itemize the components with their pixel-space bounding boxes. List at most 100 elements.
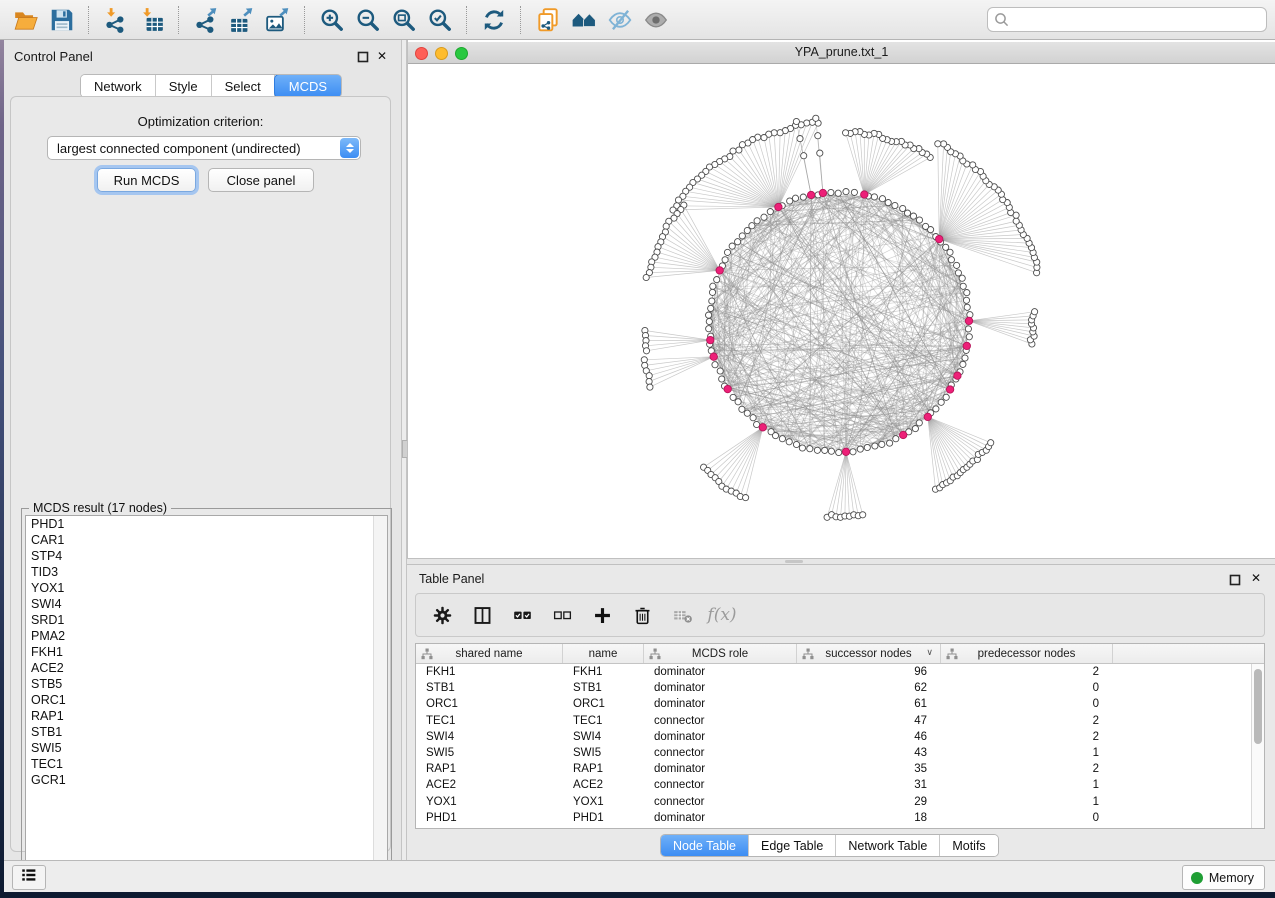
cell-successor-nodes: 62 [797,682,941,694]
horizontal-splitter[interactable] [407,558,1275,565]
show-all-button[interactable] [638,3,674,37]
add-row-button[interactable] [590,603,614,627]
table-row[interactable]: ORC1ORC1dominator610 [416,696,1251,712]
network-view: YPA_prune.txt_1 [407,40,1275,558]
task-history-button[interactable] [12,865,46,890]
column-layout-button[interactable] [470,603,494,627]
column-label: shared name [455,648,522,660]
mcds-result-item[interactable]: STP4 [26,548,387,564]
table-row[interactable]: SWI4SWI4dominator462 [416,729,1251,745]
function-button[interactable]: f(x) [710,603,734,627]
table-row[interactable]: YOX1YOX1connector291 [416,794,1251,810]
table-scrollbar[interactable] [1251,664,1264,828]
mcds-result-title: MCDS result (17 nodes) [29,501,171,515]
select-all-button[interactable] [510,603,534,627]
search-input[interactable] [987,7,1267,32]
open-button[interactable] [8,3,44,37]
mcds-result-item[interactable]: RAP1 [26,708,387,724]
control-panel-close-icon[interactable]: ✕ [377,50,389,62]
export-network-button[interactable] [188,3,224,37]
export-table-button[interactable] [224,3,260,37]
delete-column-button[interactable] [670,603,694,627]
deselect-all-button[interactable] [550,603,574,627]
tab-style[interactable]: Style [156,75,212,97]
cell-name: FKH1 [563,666,644,678]
result-list-scrollbar[interactable] [373,516,387,875]
tab-select[interactable]: Select [212,75,275,97]
column-header-MCDS-role[interactable]: MCDS role [644,644,797,663]
tab-network-table[interactable]: Network Table [836,835,940,856]
mcds-result-item[interactable]: TID3 [26,564,387,580]
tab-network[interactable]: Network [81,75,156,97]
table-row[interactable]: TEC1TEC1connector472 [416,713,1251,729]
first-neighbors-button[interactable] [566,3,602,37]
table-row[interactable]: SWI5SWI5connector431 [416,745,1251,761]
mcds-result-item[interactable]: YOX1 [26,580,387,596]
mcds-result-item[interactable]: CAR1 [26,532,387,548]
mcds-result-item[interactable]: PMA2 [26,628,387,644]
cell-shared-name: PHD1 [416,812,563,824]
mcds-result-list[interactable]: PHD1CAR1STP4TID3YOX1SWI4SRD1PMA2FKH1ACE2… [25,515,388,876]
close-panel-button[interactable]: Close panel [208,168,314,192]
zoom-fit-button[interactable] [386,3,422,37]
optimization-criterion-select[interactable]: largest connected component (undirected) [47,136,361,160]
memory-button[interactable]: Memory [1182,865,1265,890]
cell-successor-nodes: 61 [797,698,941,710]
table-row[interactable]: STB1STB1dominator620 [416,680,1251,696]
table-row[interactable]: ACE2ACE2connector311 [416,777,1251,793]
column-header-predecessor-nodes[interactable]: predecessor nodes [941,644,1113,663]
mcds-result-item[interactable]: TEC1 [26,756,387,772]
cell-shared-name: ACE2 [416,779,563,791]
tab-motifs[interactable]: Motifs [940,835,997,856]
cell-name: ORC1 [563,698,644,710]
network-graph[interactable] [408,64,1275,558]
cell-shared-name: YOX1 [416,796,563,808]
mcds-result-item[interactable]: SWI5 [26,740,387,756]
toolbar-separator [304,6,306,34]
memory-status-icon [1191,872,1203,884]
search-icon [994,12,1009,27]
tab-node-table[interactable]: Node Table [661,835,749,856]
cell-predecessor-nodes: 2 [941,731,1113,743]
table-panel-close-icon[interactable]: ✕ [1251,572,1261,584]
import-table-button[interactable] [134,3,170,37]
control-panel-float-icon[interactable] [357,50,369,62]
table-scrollbar-thumb[interactable] [1254,669,1262,744]
save-button[interactable] [44,3,80,37]
hide-selected-button[interactable] [602,3,638,37]
zoom-selected-button[interactable] [422,3,458,37]
import-network-button[interactable] [98,3,134,37]
tab-edge-table[interactable]: Edge Table [749,835,836,856]
mcds-result-item[interactable]: SWI4 [26,596,387,612]
column-header-successor-nodes[interactable]: successor nodes∨ [797,644,941,663]
export-image-button[interactable] [260,3,296,37]
mcds-result-item[interactable]: GCR1 [26,772,387,788]
mcds-result-item[interactable]: SRD1 [26,612,387,628]
zoom-in-button[interactable] [314,3,350,37]
gear-button[interactable] [430,603,454,627]
mcds-result-item[interactable]: ORC1 [26,692,387,708]
table-row[interactable]: RAP1RAP1dominator352 [416,761,1251,777]
mcds-result-item[interactable]: FKH1 [26,644,387,660]
cell-MCDS-role: connector [644,715,797,727]
new-network-from-selection-button[interactable] [530,3,566,37]
table-row[interactable]: FKH1FKH1dominator962 [416,664,1251,680]
function-icon: f(x) [707,605,736,625]
mcds-result-item[interactable]: ACE2 [26,660,387,676]
cell-predecessor-nodes: 0 [941,812,1113,824]
table-panel-float-icon[interactable] [1229,573,1241,585]
column-header-name[interactable]: name [563,644,644,663]
refresh-button[interactable] [476,3,512,37]
delete-button[interactable] [630,603,654,627]
zoom-out-button[interactable] [350,3,386,37]
tab-mcds[interactable]: MCDS [274,74,342,98]
run-mcds-button[interactable]: Run MCDS [97,168,196,192]
mcds-result-item[interactable]: STB5 [26,676,387,692]
table-row[interactable]: PHD1PHD1dominator180 [416,810,1251,826]
control-panel-tabs: NetworkStyleSelectMCDS [80,74,342,98]
cell-successor-nodes: 29 [797,796,941,808]
column-header-shared-name[interactable]: shared name [416,644,563,663]
mcds-result-item[interactable]: STB1 [26,724,387,740]
mcds-result-item[interactable]: PHD1 [26,516,387,532]
hide-selected-icon [607,7,633,33]
